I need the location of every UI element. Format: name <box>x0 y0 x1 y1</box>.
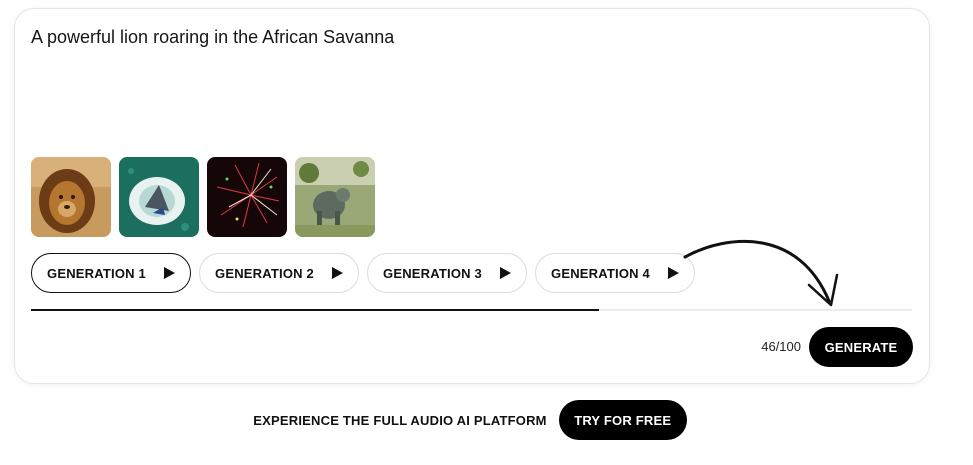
play-icon <box>499 267 511 279</box>
fireworks-thumbnail[interactable] <box>207 157 287 237</box>
prompt-text[interactable]: A powerful lion roaring in the African S… <box>31 27 394 48</box>
curved-arrow-icon <box>683 239 839 307</box>
play-icon <box>331 267 343 279</box>
shark-thumbnail[interactable] <box>119 157 199 237</box>
animal-thumbnail[interactable] <box>295 157 375 237</box>
footer-text: EXPERIENCE THE FULL AUDIO AI PLATFORM <box>253 412 547 428</box>
try-for-free-button[interactable]: TRY FOR FREE <box>558 400 687 440</box>
progress-fill <box>31 309 600 311</box>
progress-track[interactable] <box>31 309 912 311</box>
generate-button[interactable]: GENERATE <box>809 327 913 367</box>
generation-3-button[interactable]: GENERATION 3 <box>367 253 527 293</box>
generation-2-button[interactable]: GENERATION 2 <box>199 253 359 293</box>
generation-4-button[interactable]: GENERATION 4 <box>535 253 695 293</box>
lion-thumbnail[interactable] <box>31 157 111 237</box>
generation-3-label: GENERATION 3 <box>383 265 482 281</box>
generation-tabs: GENERATION 1 GENERATION 2 GENERATION 3 G… <box>31 253 695 293</box>
lion-image-icon <box>31 157 111 237</box>
generation-1-button[interactable]: GENERATION 1 <box>31 253 191 293</box>
fireworks-image-icon <box>207 157 287 237</box>
play-icon <box>163 267 175 279</box>
play-icon <box>667 267 679 279</box>
thumbnail-row <box>31 157 375 237</box>
animal-field-image-icon <box>295 157 375 237</box>
generation-4-label: GENERATION 4 <box>551 265 650 281</box>
generation-2-label: GENERATION 2 <box>215 265 314 281</box>
shark-water-image-icon <box>119 157 199 237</box>
footer-banner: EXPERIENCE THE FULL AUDIO AI PLATFORM TR… <box>0 400 940 440</box>
generation-1-label: GENERATION 1 <box>47 265 146 281</box>
prompt-card: A powerful lion roaring in the African S… <box>14 8 930 384</box>
character-counter: 46/100 <box>761 339 801 354</box>
